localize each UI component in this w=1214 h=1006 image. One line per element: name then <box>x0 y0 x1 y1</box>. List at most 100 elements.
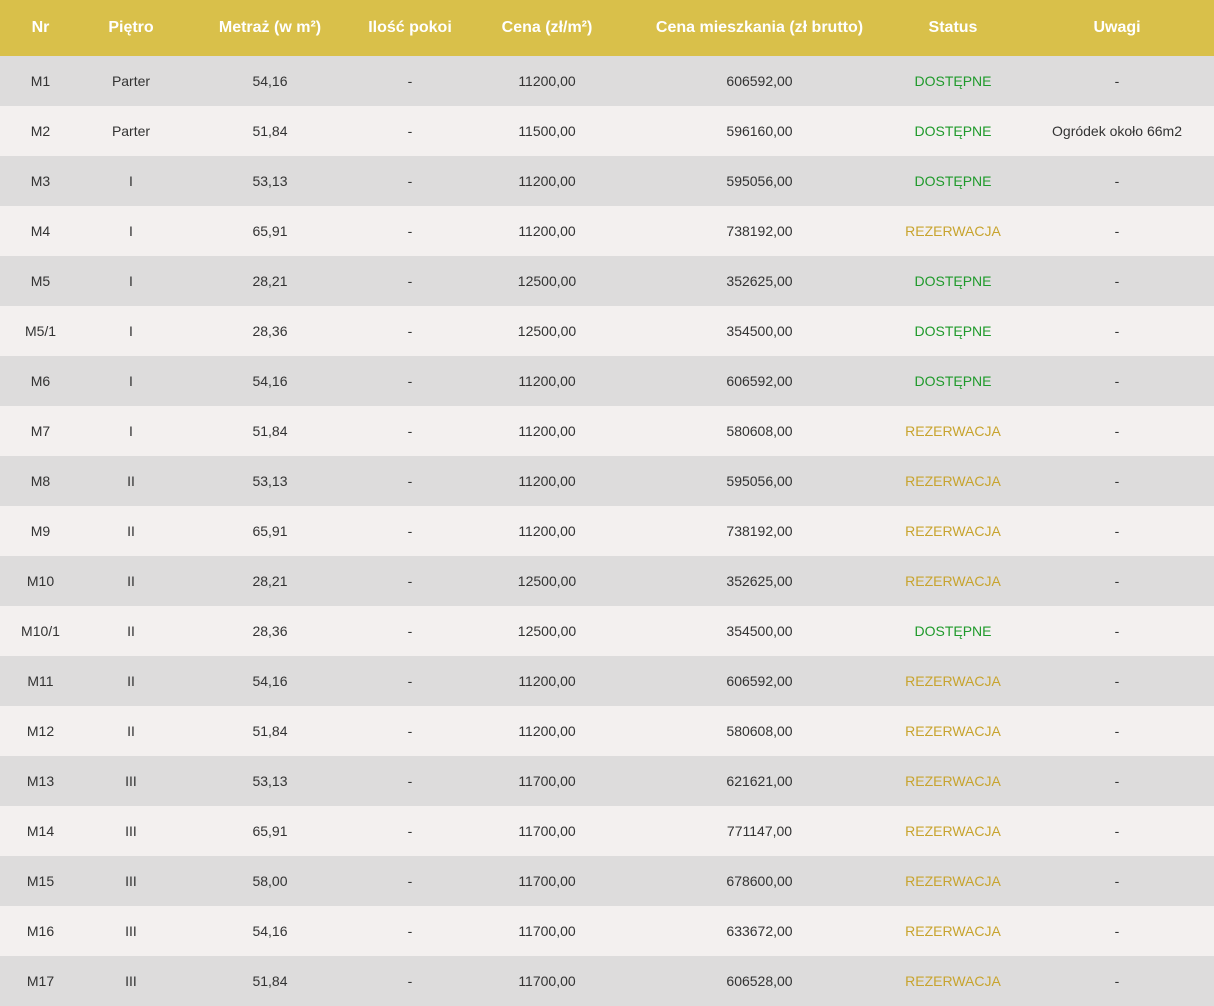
cell-pokoje: - <box>407 823 413 839</box>
cell-status: REZERWACJA <box>905 973 1001 989</box>
cell-metraz: 54,16 <box>252 923 288 939</box>
cell-cena-mieszkania: 738192,00 <box>726 523 793 539</box>
table-row: M9 II 65,91 - 11200,00 738192,00 REZERWACJA - <box>0 506 1214 556</box>
cell-nr: M10 <box>26 573 55 589</box>
cell-status: REZERWACJA <box>905 423 1001 439</box>
cell-uwagi: - <box>1114 973 1120 989</box>
cell-uwagi: - <box>1114 823 1120 839</box>
cell-uwagi: - <box>1114 923 1120 939</box>
cell-metraz: 65,91 <box>252 223 288 239</box>
cell-nr: M11 <box>27 673 54 689</box>
cell-cena-mieszkania: 621621,00 <box>726 773 793 789</box>
cell-pietro: III <box>125 873 137 889</box>
table-row: M2 Parter 51,84 - 11500,00 596160,00 DOSTĘPNE O… <box>0 106 1214 156</box>
cell-uwagi: - <box>1114 773 1120 789</box>
cell-uwagi: - <box>1114 423 1120 439</box>
cell-cena-mieszkania: 678600,00 <box>726 873 793 889</box>
cell-nr: M3 <box>30 173 51 189</box>
cell-cena-mieszkania: 354500,00 <box>726 623 793 639</box>
cell-uwagi: - <box>1114 523 1120 539</box>
cell-pokoje: - <box>407 973 413 989</box>
cell-cena: 11200,00 <box>518 473 576 489</box>
cell-pokoje: - <box>407 223 413 239</box>
table-row: M5 I 28,21 - 12500,00 352625,00 DOSTĘPNE - <box>0 256 1214 306</box>
cell-metraz: 65,91 <box>252 823 288 839</box>
cell-metraz: 28,21 <box>252 573 288 589</box>
cell-nr: M10/1 <box>21 623 60 639</box>
table-row: M11 II 54,16 - 11200,00 606592,00 REZERWACJA - <box>0 656 1214 706</box>
cell-metraz: 54,16 <box>252 673 288 689</box>
cell-pokoje: - <box>407 723 413 739</box>
cell-cena: 11700,00 <box>518 873 576 889</box>
cell-status: DOSTĘPNE <box>914 273 992 289</box>
cell-metraz: 65,91 <box>252 523 288 539</box>
header-uwagi: Uwagi <box>1093 19 1141 36</box>
cell-pietro: III <box>125 823 137 839</box>
cell-nr: M1 <box>30 73 51 89</box>
table-row: M4 I 65,91 - 11200,00 738192,00 REZERWACJA - <box>0 206 1214 256</box>
header-pietro: Piętro <box>108 19 154 36</box>
table-row: M8 II 53,13 - 11200,00 595056,00 REZERWACJA - <box>0 456 1214 506</box>
cell-pokoje: - <box>407 923 413 939</box>
cell-cena: 11200,00 <box>518 673 576 689</box>
header-metraz: Metraż (w m²) <box>218 19 322 36</box>
header-nr: Nr <box>31 19 50 36</box>
cell-status: REZERWACJA <box>905 773 1001 789</box>
cell-nr: M8 <box>30 473 51 489</box>
cell-uwagi: - <box>1114 73 1120 89</box>
table-row: M7 I 51,84 - 11200,00 580608,00 REZERWACJA - <box>0 406 1214 456</box>
table-row: M10/1 II 28,36 - 12500,00 354500,00 DOSTĘPNE - <box>0 606 1214 656</box>
cell-uwagi: - <box>1114 173 1120 189</box>
cell-cena: 12500,00 <box>517 323 577 339</box>
table-row: M12 II 51,84 - 11200,00 580608,00 REZERWACJA - <box>0 706 1214 756</box>
cell-nr: M7 <box>30 423 51 439</box>
cell-nr: M13 <box>26 773 55 789</box>
cell-pietro: II <box>127 473 135 489</box>
cell-pokoje: - <box>407 273 413 289</box>
cell-cena-mieszkania: 354500,00 <box>726 323 793 339</box>
cell-status: REZERWACJA <box>905 223 1001 239</box>
cell-status: REZERWACJA <box>905 673 1001 689</box>
apartments-table: Nr Piętro Metraż (w m²) Ilość pokoi Cena… <box>0 0 1214 1006</box>
cell-pokoje: - <box>407 123 413 139</box>
cell-pokoje: - <box>407 773 413 789</box>
cell-metraz: 54,16 <box>252 373 288 389</box>
cell-uwagi: - <box>1114 223 1120 239</box>
cell-pokoje: - <box>407 623 413 639</box>
cell-uwagi: - <box>1114 573 1120 589</box>
cell-cena: 11700,00 <box>518 823 576 839</box>
cell-status: DOSTĘPNE <box>914 173 992 189</box>
cell-pietro: I <box>129 273 133 289</box>
cell-pietro: I <box>129 223 133 239</box>
cell-pokoje: - <box>407 673 413 689</box>
cell-nr: M17 <box>26 973 55 989</box>
cell-pietro: I <box>129 323 133 339</box>
cell-pietro: I <box>129 423 133 439</box>
cell-cena-mieszkania: 352625,00 <box>726 273 793 289</box>
cell-uwagi: - <box>1114 673 1120 689</box>
cell-pietro: I <box>129 373 133 389</box>
cell-metraz: 53,13 <box>252 773 288 789</box>
cell-cena-mieszkania: 606528,00 <box>726 973 793 989</box>
table-body: M1 Parter 54,16 - 11200,00 606592,00 DOSTĘPNE -… <box>0 56 1214 1006</box>
cell-pietro: II <box>127 623 135 639</box>
cell-nr: M16 <box>26 923 55 939</box>
cell-pietro: III <box>125 773 137 789</box>
header-pokoje: Ilość pokoi <box>368 19 452 36</box>
cell-pokoje: - <box>407 523 413 539</box>
cell-pokoje: - <box>407 573 413 589</box>
cell-cena: 11200,00 <box>518 173 576 189</box>
cell-cena-mieszkania: 633672,00 <box>726 923 793 939</box>
cell-pokoje: - <box>407 73 413 89</box>
cell-status: DOSTĘPNE <box>914 123 992 139</box>
cell-status: DOSTĘPNE <box>914 623 992 639</box>
cell-cena: 11200,00 <box>518 373 576 389</box>
cell-status: REZERWACJA <box>905 823 1001 839</box>
cell-pietro: Parter <box>111 73 151 89</box>
cell-nr: M6 <box>30 373 51 389</box>
cell-uwagi: - <box>1114 723 1120 739</box>
cell-uwagi: - <box>1114 273 1120 289</box>
table-row: M3 I 53,13 - 11200,00 595056,00 DOSTĘPNE - <box>0 156 1214 206</box>
cell-pietro: III <box>125 923 137 939</box>
header-cena: Cena (zł/m²) <box>501 19 593 36</box>
